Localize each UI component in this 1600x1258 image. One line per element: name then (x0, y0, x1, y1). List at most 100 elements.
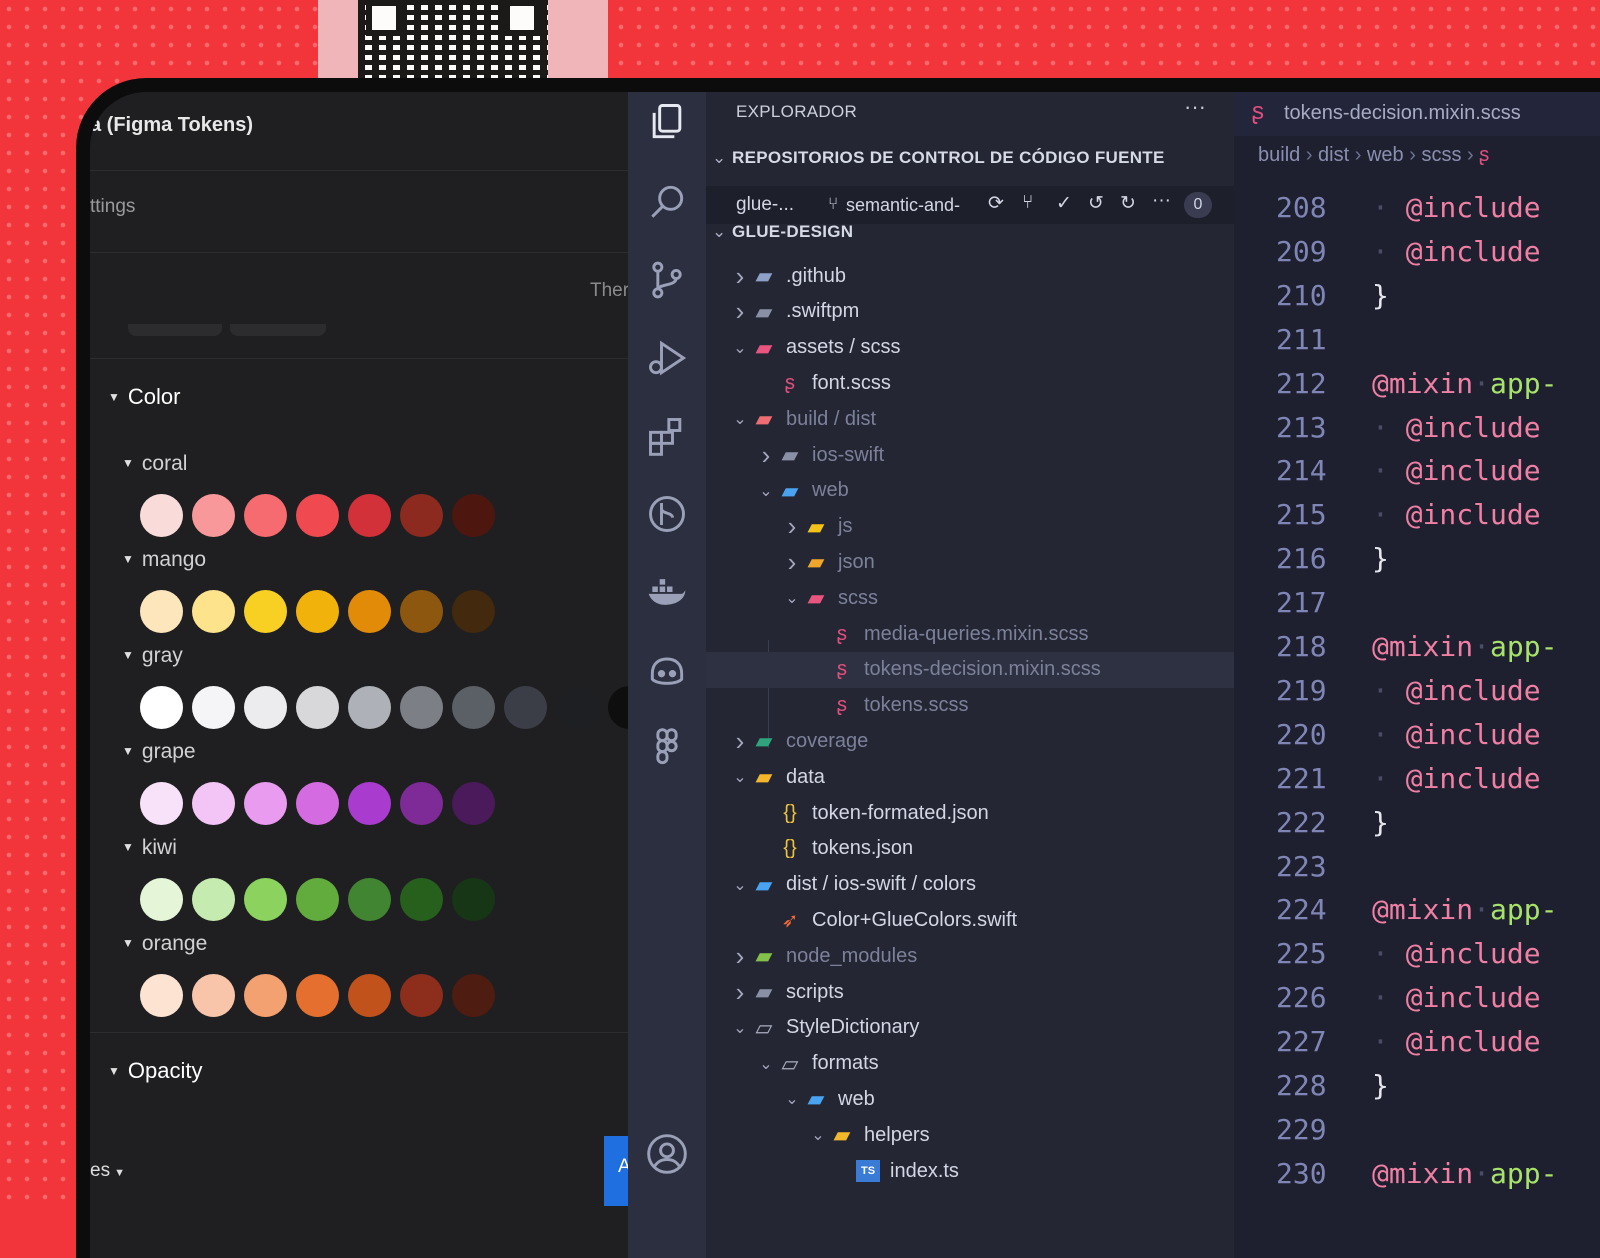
tree-file-row[interactable]: ➶ Color+GlueColors.swift (706, 902, 1234, 938)
opacity-section-header[interactable]: ▼ Opacity (108, 1058, 202, 1084)
color-swatch[interactable] (452, 494, 495, 537)
source-control-icon[interactable] (645, 258, 689, 302)
color-group-label[interactable]: ▼ coral (122, 452, 187, 476)
tree-folder-row[interactable]: › ▰ .swiftpm (706, 294, 1234, 330)
tree-file-row[interactable]: {} token-formated.json (706, 795, 1234, 831)
color-swatch[interactable] (192, 686, 235, 729)
color-swatch[interactable] (452, 782, 495, 825)
tree-file-row[interactable]: TS index.ts (706, 1153, 1234, 1189)
account-icon[interactable] (645, 1132, 689, 1176)
color-swatch[interactable] (192, 494, 235, 537)
pill-button[interactable] (128, 324, 222, 336)
color-swatch[interactable] (140, 878, 183, 921)
color-swatch[interactable] (400, 686, 443, 729)
color-swatch[interactable] (348, 686, 391, 729)
color-swatch[interactable] (400, 494, 443, 537)
breadcrumb[interactable]: build › dist › web › scss › ʂ (1258, 144, 1489, 167)
git-graph-icon[interactable] (645, 492, 689, 536)
color-swatch[interactable] (296, 782, 339, 825)
color-swatch[interactable] (244, 686, 287, 729)
commit-check-icon[interactable]: ✓ (1056, 192, 1072, 215)
color-swatch[interactable] (348, 590, 391, 633)
color-swatch[interactable] (348, 494, 391, 537)
tree-file-row[interactable]: ʂ font.scss (706, 365, 1234, 401)
settings-tab[interactable]: ttings (90, 196, 135, 218)
figma-icon[interactable] (645, 726, 689, 770)
tree-folder-row[interactable]: › ▰ coverage (706, 723, 1234, 759)
more-icon[interactable]: ··· (1152, 190, 1171, 212)
tree-folder-row[interactable]: ⌄ ▰ scss (706, 580, 1234, 616)
branch-graph-icon[interactable]: ⑂ (1022, 192, 1033, 214)
tree-folder-row[interactable]: › ▰ scripts (706, 974, 1234, 1010)
tree-folder-row[interactable]: ⌄ ▰ helpers (706, 1117, 1234, 1153)
color-swatch[interactable] (192, 878, 235, 921)
color-swatch[interactable] (296, 494, 339, 537)
color-swatch[interactable] (348, 974, 391, 1017)
color-group-label[interactable]: ▼ grape (122, 740, 196, 764)
tree-folder-row[interactable]: › ▰ json (706, 544, 1234, 580)
color-swatch[interactable] (244, 590, 287, 633)
history-icon[interactable]: ↺ (1088, 192, 1104, 215)
tree-folder-row[interactable]: ⌄ ▰ web (706, 473, 1234, 509)
tree-folder-row[interactable]: ⌄ ▱ StyleDictionary (706, 1010, 1234, 1046)
color-swatch[interactable] (244, 974, 287, 1017)
color-swatch[interactable] (400, 782, 443, 825)
editor-tab[interactable]: tokens-decision.mixin.scss (1284, 102, 1521, 125)
color-swatch[interactable] (192, 782, 235, 825)
tree-folder-row[interactable]: ⌄ ▱ formats (706, 1046, 1234, 1082)
color-group-label[interactable]: ▼ orange (122, 932, 207, 956)
tree-folder-row[interactable]: › ▰ node_modules (706, 938, 1234, 974)
color-swatch[interactable] (244, 878, 287, 921)
color-swatch[interactable] (296, 590, 339, 633)
color-swatch[interactable] (140, 494, 183, 537)
color-swatch[interactable] (400, 974, 443, 1017)
tree-folder-row[interactable]: › ▰ js (706, 509, 1234, 545)
color-swatch[interactable] (140, 782, 183, 825)
color-swatch[interactable] (348, 782, 391, 825)
color-swatch[interactable] (192, 590, 235, 633)
color-swatch[interactable] (244, 782, 287, 825)
color-swatch[interactable] (296, 686, 339, 729)
sync-icon[interactable]: ⟳ (988, 192, 1004, 215)
bottom-dropdown[interactable]: es ▼ (90, 1160, 125, 1182)
tree-folder-row[interactable]: ⌄ ▰ dist / ios-swift / colors (706, 867, 1234, 903)
pill-button[interactable] (230, 324, 326, 336)
copilot-icon[interactable] (645, 648, 689, 692)
color-swatch[interactable] (452, 686, 495, 729)
color-group-label[interactable]: ▼ kiwi (122, 836, 177, 860)
extensions-icon[interactable] (645, 414, 689, 458)
color-swatch[interactable] (140, 686, 183, 729)
tree-folder-row[interactable]: ⌄ ▰ build / dist (706, 401, 1234, 437)
color-swatch[interactable] (504, 686, 547, 729)
tree-folder-row[interactable]: ⌄ ▰ web (706, 1081, 1234, 1117)
color-swatch[interactable] (400, 878, 443, 921)
color-swatch[interactable] (244, 494, 287, 537)
color-swatch[interactable] (296, 974, 339, 1017)
tree-folder-row[interactable]: › ▰ .github (706, 258, 1234, 294)
color-swatch[interactable] (556, 686, 599, 729)
color-group-label[interactable]: ▼ gray (122, 644, 183, 668)
color-group-label[interactable]: ▼ mango (122, 548, 206, 572)
color-swatch[interactable] (296, 878, 339, 921)
tree-file-row[interactable]: {} tokens.json (706, 831, 1234, 867)
color-swatch[interactable] (140, 974, 183, 1017)
search-icon[interactable] (645, 180, 689, 224)
color-swatch[interactable] (452, 590, 495, 633)
tree-file-row[interactable]: ʂ tokens-decision.mixin.scss (706, 651, 1234, 688)
color-swatch[interactable] (452, 974, 495, 1017)
more-actions-icon[interactable]: ··· (1184, 94, 1206, 120)
run-debug-icon[interactable] (645, 336, 689, 380)
docker-icon[interactable] (645, 570, 689, 614)
color-swatch[interactable] (192, 974, 235, 1017)
tree-file-row[interactable]: ʂ tokens.scss (706, 688, 1234, 724)
color-section-header[interactable]: ▼ Color (108, 384, 180, 410)
color-swatch[interactable] (452, 878, 495, 921)
color-swatch[interactable] (348, 878, 391, 921)
color-swatch[interactable] (400, 590, 443, 633)
color-swatch[interactable] (140, 590, 183, 633)
scm-section-header[interactable]: ⌄ REPOSITORIOS DE CONTROL DE CÓDIGO FUENT… (712, 148, 1165, 168)
tree-folder-row[interactable]: ⌄ ▰ assets / scss (706, 330, 1234, 366)
tree-folder-row[interactable]: ⌄ ▰ data (706, 759, 1234, 795)
scm-repo-row[interactable]: glue-... ⑂ semantic-and- ⟳ ⑂ ✓ ↺ ↻ ··· 0 (706, 186, 1234, 224)
refresh-icon[interactable]: ↻ (1120, 192, 1136, 215)
